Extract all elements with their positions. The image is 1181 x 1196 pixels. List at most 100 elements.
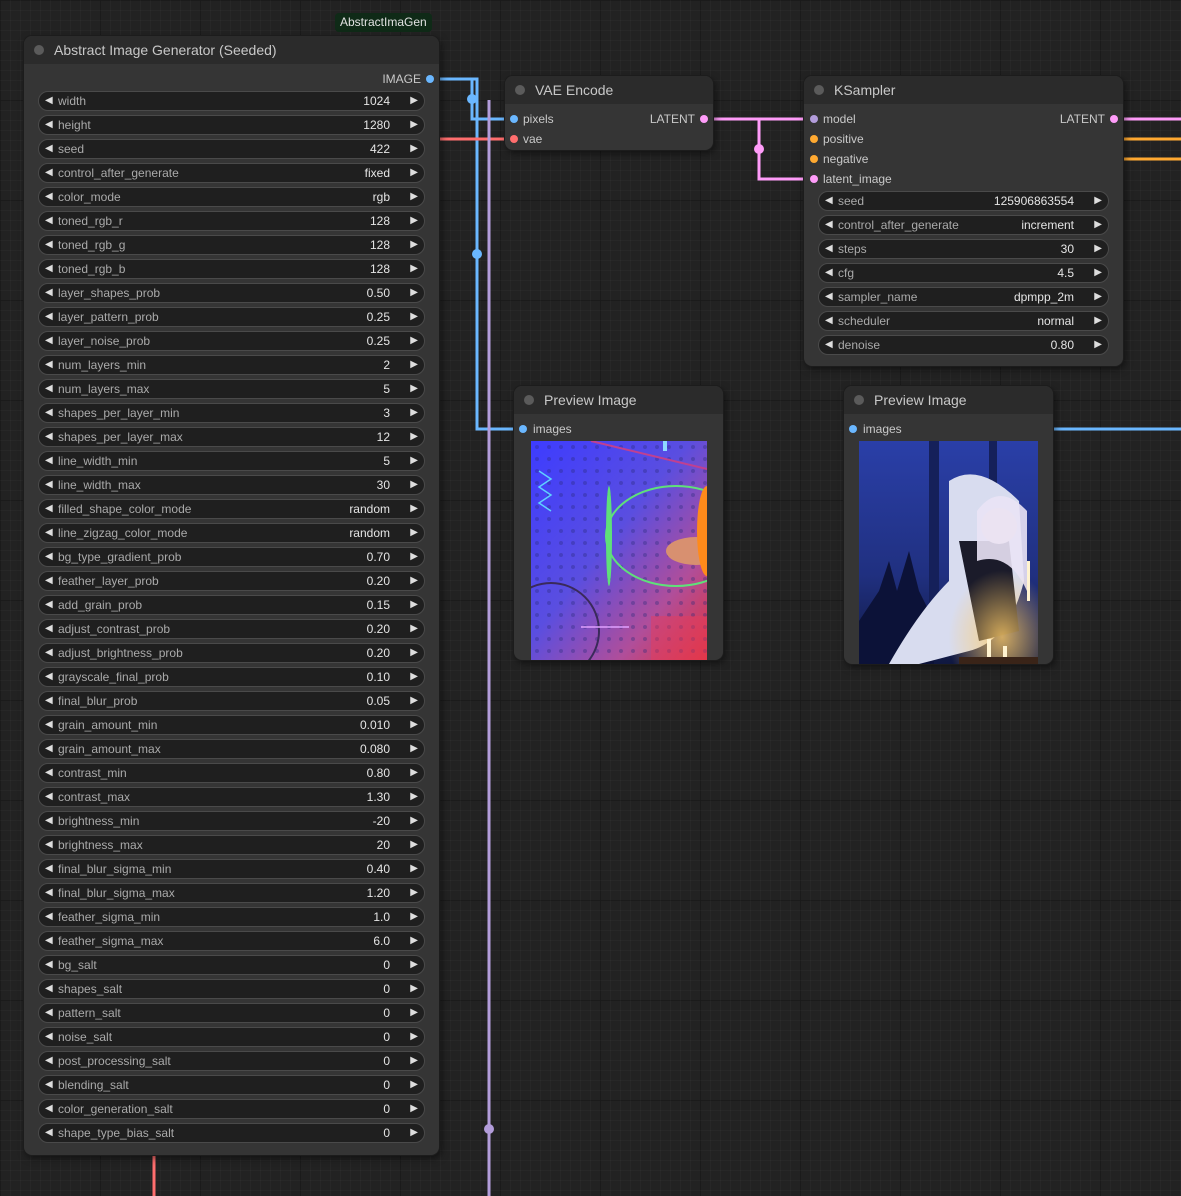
widget-sampler-name[interactable]: ◀ sampler_name dpmpp_2m ▶	[818, 287, 1109, 307]
increment-arrow-icon[interactable]: ▶	[410, 980, 418, 998]
widget-layer-noise-prob[interactable]: ◀ layer_noise_prob 0.25 ▶	[38, 331, 425, 351]
decrement-arrow-icon[interactable]: ◀	[45, 980, 53, 998]
widget-num-layers-min[interactable]: ◀ num_layers_min 2 ▶	[38, 355, 425, 375]
decrement-arrow-icon[interactable]: ◀	[45, 1052, 53, 1070]
decrement-arrow-icon[interactable]: ◀	[45, 836, 53, 854]
decrement-arrow-icon[interactable]: ◀	[45, 524, 53, 542]
widget-seed[interactable]: ◀ seed 125906863554 ▶	[818, 191, 1109, 211]
increment-arrow-icon[interactable]: ▶	[410, 1004, 418, 1022]
widget-final-blur-sigma-max[interactable]: ◀ final_blur_sigma_max 1.20 ▶	[38, 883, 425, 903]
decrement-arrow-icon[interactable]: ◀	[45, 692, 53, 710]
input-slot-vae[interactable]: vae	[523, 129, 542, 149]
decrement-arrow-icon[interactable]: ◀	[825, 216, 833, 234]
collapse-dot-icon[interactable]	[814, 85, 824, 95]
widget-filled-shape-color-mode[interactable]: ◀ filled_shape_color_mode random ▶	[38, 499, 425, 519]
increment-arrow-icon[interactable]: ▶	[410, 548, 418, 566]
widget-line-width-min[interactable]: ◀ line_width_min 5 ▶	[38, 451, 425, 471]
widget-grain-amount-min[interactable]: ◀ grain_amount_min 0.010 ▶	[38, 715, 425, 735]
widget-adjust-brightness-prob[interactable]: ◀ adjust_brightness_prob 0.20 ▶	[38, 643, 425, 663]
increment-arrow-icon[interactable]: ▶	[410, 236, 418, 254]
decrement-arrow-icon[interactable]: ◀	[45, 212, 53, 230]
decrement-arrow-icon[interactable]: ◀	[825, 336, 833, 354]
widget-brightness-min[interactable]: ◀ brightness_min -20 ▶	[38, 811, 425, 831]
widget-noise-salt[interactable]: ◀ noise_salt 0 ▶	[38, 1027, 425, 1047]
increment-arrow-icon[interactable]: ▶	[1094, 264, 1102, 282]
widget-add-grain-prob[interactable]: ◀ add_grain_prob 0.15 ▶	[38, 595, 425, 615]
decrement-arrow-icon[interactable]: ◀	[45, 428, 53, 446]
widget-cfg[interactable]: ◀ cfg 4.5 ▶	[818, 263, 1109, 283]
decrement-arrow-icon[interactable]: ◀	[45, 380, 53, 398]
increment-arrow-icon[interactable]: ▶	[410, 260, 418, 278]
input-slot-pixels[interactable]: pixels	[523, 109, 554, 129]
decrement-arrow-icon[interactable]: ◀	[825, 312, 833, 330]
node-title-bar[interactable]: KSampler	[804, 76, 1123, 104]
increment-arrow-icon[interactable]: ▶	[410, 692, 418, 710]
increment-arrow-icon[interactable]: ▶	[410, 476, 418, 494]
increment-arrow-icon[interactable]: ▶	[410, 284, 418, 302]
decrement-arrow-icon[interactable]: ◀	[45, 812, 53, 830]
widget-layer-shapes-prob[interactable]: ◀ layer_shapes_prob 0.50 ▶	[38, 283, 425, 303]
decrement-arrow-icon[interactable]: ◀	[825, 264, 833, 282]
input-slot-latent-image[interactable]: latent_image	[823, 169, 892, 189]
increment-arrow-icon[interactable]: ▶	[410, 596, 418, 614]
increment-arrow-icon[interactable]: ▶	[410, 740, 418, 758]
input-dot-vae[interactable]	[510, 135, 518, 143]
decrement-arrow-icon[interactable]: ◀	[45, 1004, 53, 1022]
decrement-arrow-icon[interactable]: ◀	[45, 956, 53, 974]
widget-toned-rgb-g[interactable]: ◀ toned_rgb_g 128 ▶	[38, 235, 425, 255]
collapse-dot-icon[interactable]	[515, 85, 525, 95]
increment-arrow-icon[interactable]: ▶	[410, 308, 418, 326]
widget-line-width-max[interactable]: ◀ line_width_max 30 ▶	[38, 475, 425, 495]
widget-shapes-per-layer-max[interactable]: ◀ shapes_per_layer_max 12 ▶	[38, 427, 425, 447]
decrement-arrow-icon[interactable]: ◀	[45, 92, 53, 110]
preview-image-node-2[interactable]: Preview Image images	[844, 386, 1053, 664]
decrement-arrow-icon[interactable]: ◀	[45, 764, 53, 782]
decrement-arrow-icon[interactable]: ◀	[825, 240, 833, 258]
output-slot-latent[interactable]: LATENT	[1060, 109, 1105, 129]
widget-num-layers-max[interactable]: ◀ num_layers_max 5 ▶	[38, 379, 425, 399]
increment-arrow-icon[interactable]: ▶	[410, 380, 418, 398]
widget-post-processing-salt[interactable]: ◀ post_processing_salt 0 ▶	[38, 1051, 425, 1071]
decrement-arrow-icon[interactable]: ◀	[45, 1076, 53, 1094]
widget-control-after-generate[interactable]: ◀ control_after_generate increment ▶	[818, 215, 1109, 235]
widget-steps[interactable]: ◀ steps 30 ▶	[818, 239, 1109, 259]
increment-arrow-icon[interactable]: ▶	[410, 836, 418, 854]
decrement-arrow-icon[interactable]: ◀	[45, 884, 53, 902]
decrement-arrow-icon[interactable]: ◀	[45, 404, 53, 422]
widget-feather-sigma-max[interactable]: ◀ feather_sigma_max 6.0 ▶	[38, 931, 425, 951]
input-slot-positive[interactable]: positive	[823, 129, 864, 149]
widget-control-after-generate[interactable]: ◀ control_after_generate fixed ▶	[38, 163, 425, 183]
increment-arrow-icon[interactable]: ▶	[410, 908, 418, 926]
collapse-dot-icon[interactable]	[34, 45, 44, 55]
input-slot-model[interactable]: model	[823, 109, 856, 129]
decrement-arrow-icon[interactable]: ◀	[45, 740, 53, 758]
decrement-arrow-icon[interactable]: ◀	[45, 860, 53, 878]
decrement-arrow-icon[interactable]: ◀	[45, 548, 53, 566]
increment-arrow-icon[interactable]: ▶	[410, 1028, 418, 1046]
increment-arrow-icon[interactable]: ▶	[410, 1124, 418, 1142]
increment-arrow-icon[interactable]: ▶	[410, 1076, 418, 1094]
node-title-bar[interactable]: Preview Image	[844, 386, 1053, 414]
widget-contrast-max[interactable]: ◀ contrast_max 1.30 ▶	[38, 787, 425, 807]
decrement-arrow-icon[interactable]: ◀	[45, 716, 53, 734]
decrement-arrow-icon[interactable]: ◀	[45, 140, 53, 158]
increment-arrow-icon[interactable]: ▶	[410, 140, 418, 158]
widget-adjust-contrast-prob[interactable]: ◀ adjust_contrast_prob 0.20 ▶	[38, 619, 425, 639]
input-dot-images[interactable]	[849, 425, 857, 433]
decrement-arrow-icon[interactable]: ◀	[45, 1100, 53, 1118]
increment-arrow-icon[interactable]: ▶	[1094, 216, 1102, 234]
input-slot-images[interactable]: images	[533, 419, 572, 439]
widget-pattern-salt[interactable]: ◀ pattern_salt 0 ▶	[38, 1003, 425, 1023]
decrement-arrow-icon[interactable]: ◀	[45, 284, 53, 302]
widget-final-blur-prob[interactable]: ◀ final_blur_prob 0.05 ▶	[38, 691, 425, 711]
increment-arrow-icon[interactable]: ▶	[410, 92, 418, 110]
decrement-arrow-icon[interactable]: ◀	[45, 260, 53, 278]
increment-arrow-icon[interactable]: ▶	[410, 716, 418, 734]
widget-shapes-per-layer-min[interactable]: ◀ shapes_per_layer_min 3 ▶	[38, 403, 425, 423]
decrement-arrow-icon[interactable]: ◀	[45, 476, 53, 494]
increment-arrow-icon[interactable]: ▶	[1094, 336, 1102, 354]
increment-arrow-icon[interactable]: ▶	[410, 956, 418, 974]
decrement-arrow-icon[interactable]: ◀	[825, 288, 833, 306]
decrement-arrow-icon[interactable]: ◀	[45, 188, 53, 206]
decrement-arrow-icon[interactable]: ◀	[45, 308, 53, 326]
